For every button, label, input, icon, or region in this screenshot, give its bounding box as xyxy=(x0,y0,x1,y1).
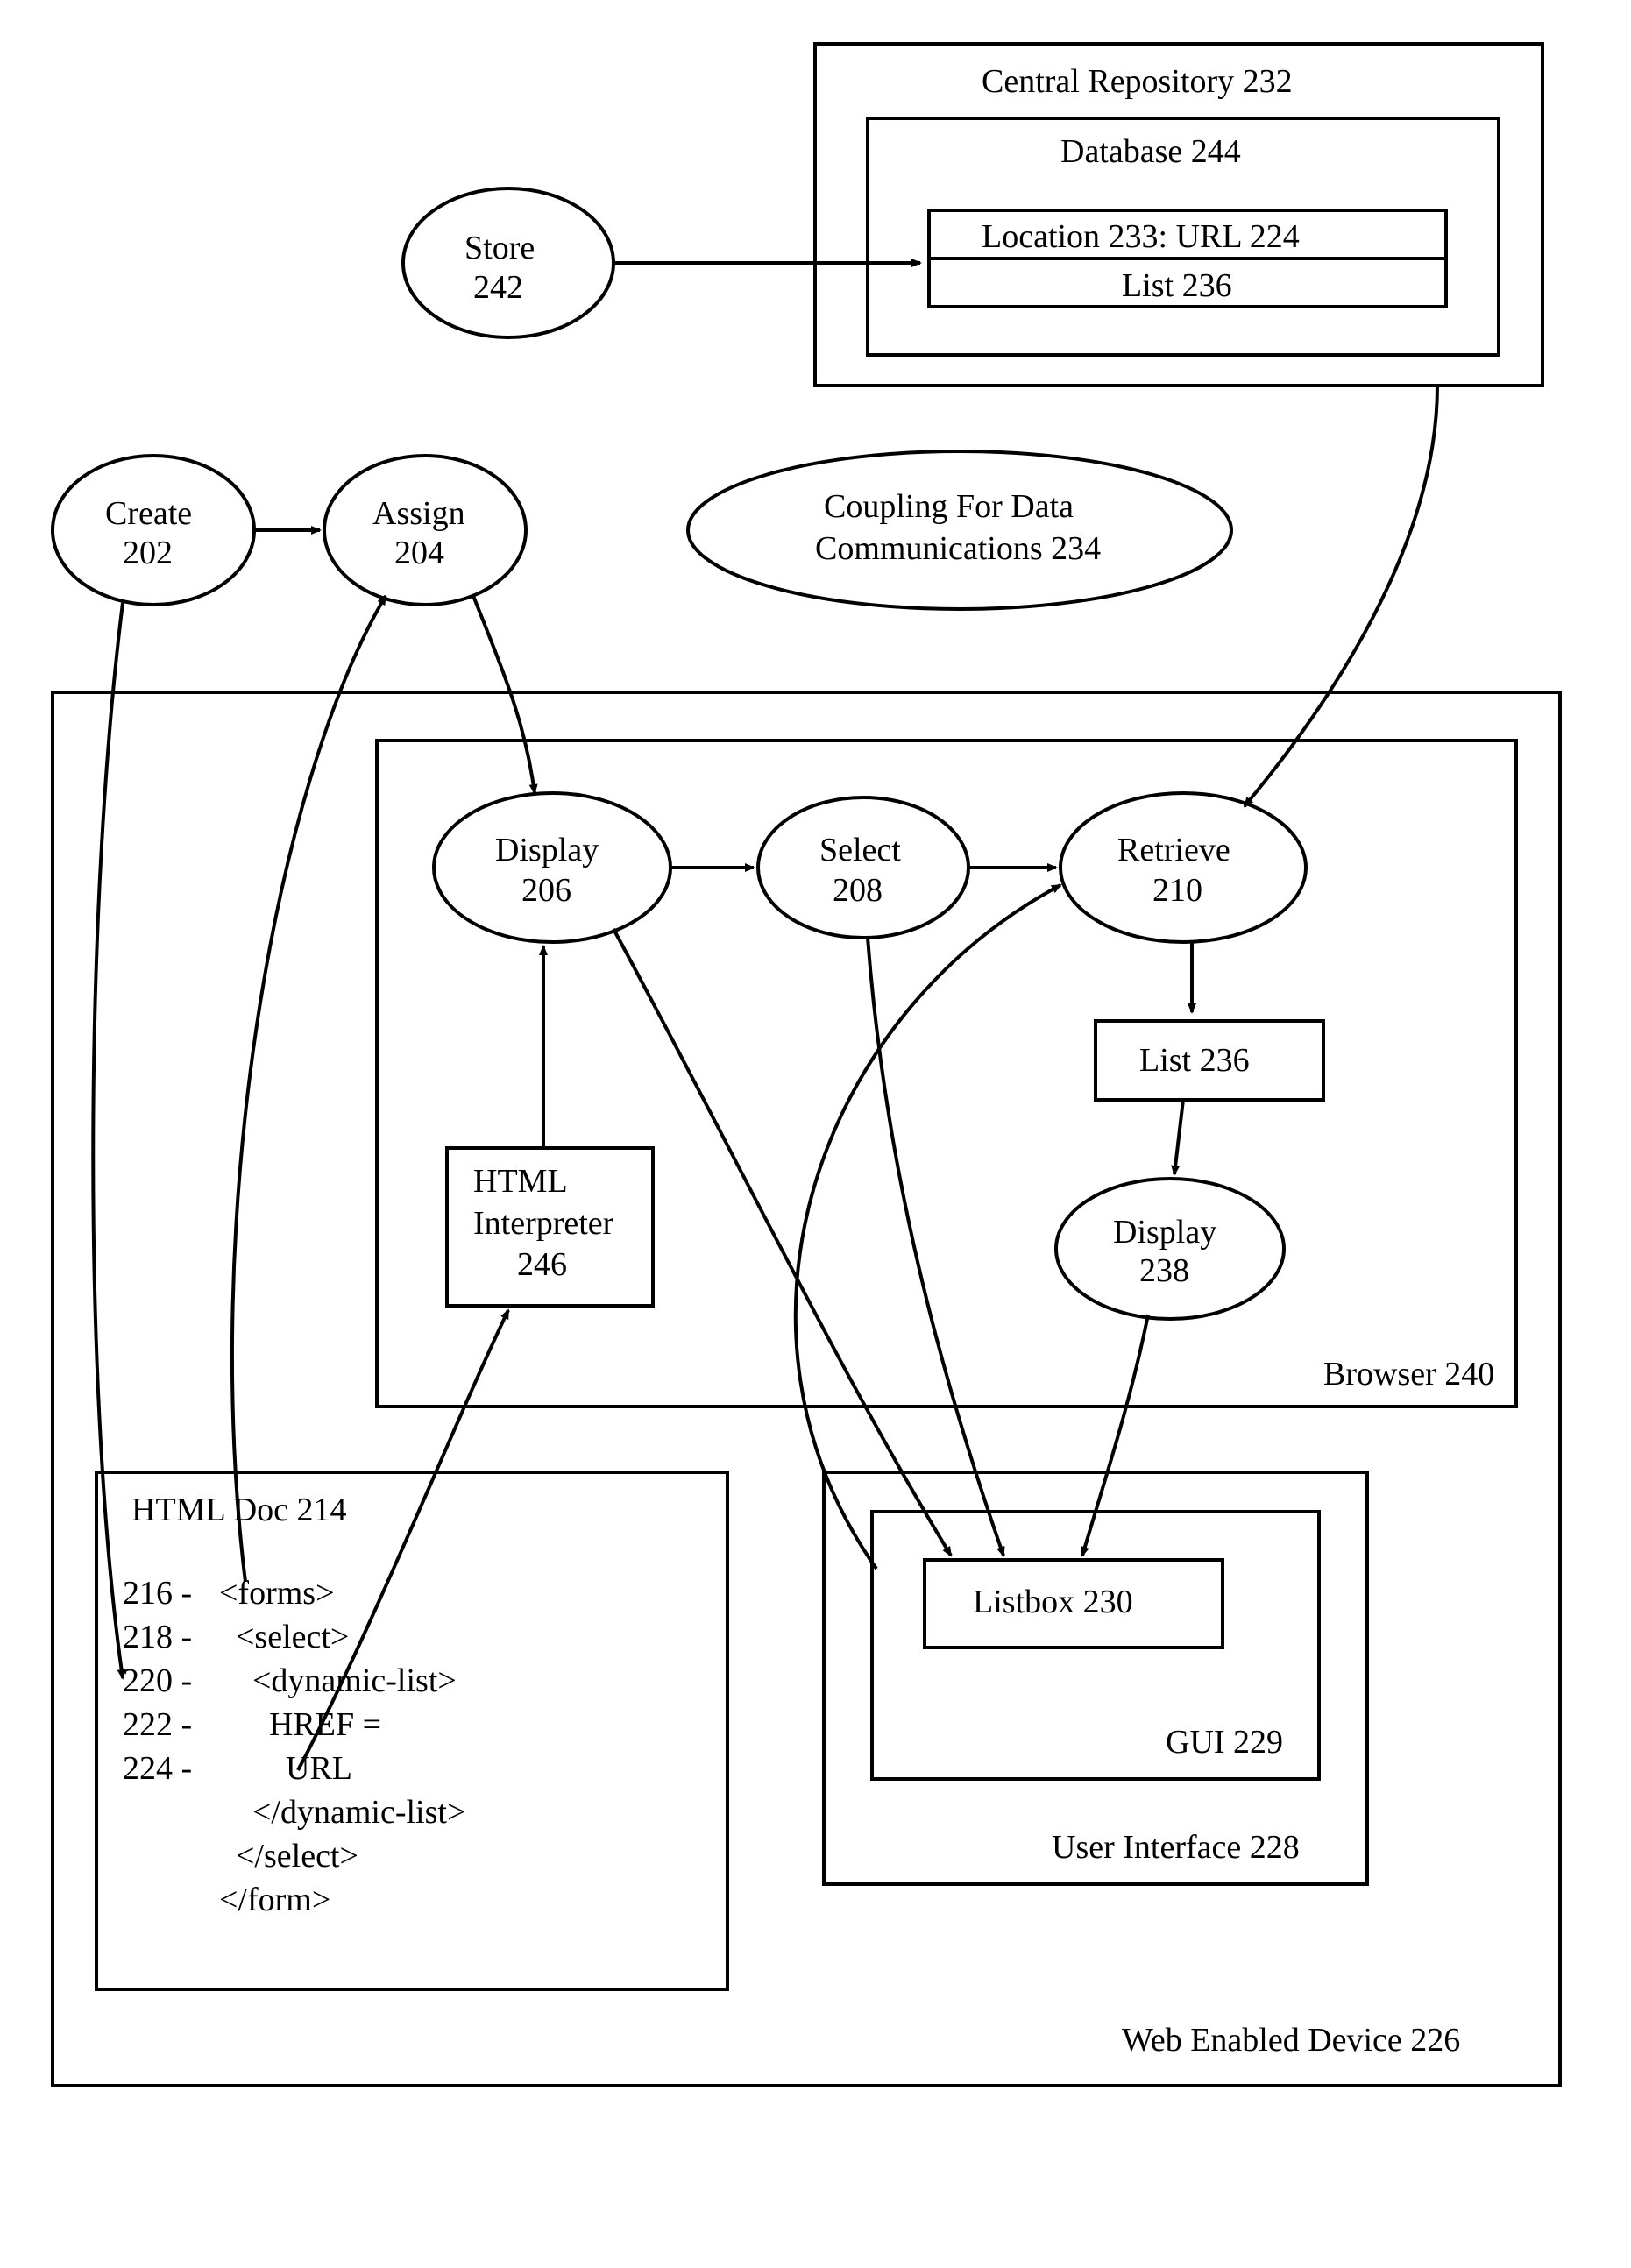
assign-l1: Assign xyxy=(372,495,465,532)
html-interpreter-box: HTML Interpreter 246 xyxy=(447,1148,653,1306)
central-repository-title: Central Repository 232 xyxy=(982,63,1293,100)
arrow-listbox-to-retrieve xyxy=(796,885,1060,1569)
listbox-box: Listbox 230 xyxy=(925,1560,1223,1648)
doc-n218: 218 - xyxy=(123,1619,192,1655)
list-236-label: List 236 xyxy=(1139,1042,1250,1079)
doc-n222: 222 - xyxy=(123,1706,192,1743)
arrow-repo-to-retrieve xyxy=(1245,386,1437,806)
doc-n216: 216 - xyxy=(123,1575,192,1612)
assign-oval: Assign 204 xyxy=(324,456,526,605)
central-repository-box: Central Repository 232 xyxy=(815,44,1542,386)
interp-l2: Interpreter xyxy=(473,1205,614,1242)
retrieve-210-l1: Retrieve xyxy=(1117,832,1230,868)
list-236-box: List 236 xyxy=(1096,1021,1323,1100)
interp-l1: HTML xyxy=(473,1163,568,1200)
retrieve-210-oval: Retrieve 210 xyxy=(1060,793,1306,942)
arrow-list-to-display238 xyxy=(1174,1100,1183,1174)
db-row-location: Location 233: URL 224 xyxy=(982,218,1300,255)
doc-n220: 220 - xyxy=(123,1662,192,1699)
doc-t6: </dynamic-list> xyxy=(219,1794,465,1831)
assign-l2: 204 xyxy=(394,535,444,571)
doc-t218: <select> xyxy=(219,1619,349,1655)
listbox-title: Listbox 230 xyxy=(973,1584,1133,1620)
doc-n224: 224 - xyxy=(123,1750,192,1787)
arrow-forms-to-assign xyxy=(232,596,386,1582)
display-206-oval: Display 206 xyxy=(434,793,670,942)
gui-title: GUI 229 xyxy=(1166,1724,1283,1761)
select-208-l2: 208 xyxy=(833,872,883,909)
create-l2: 202 xyxy=(123,535,173,571)
arrow-display206-to-listbox xyxy=(613,929,951,1556)
coupling-oval: Coupling For Data Communications 234 xyxy=(688,451,1231,609)
store-l2: 242 xyxy=(473,269,523,306)
select-208-oval: Select 208 xyxy=(758,797,968,938)
arrow-assign-to-display206 xyxy=(473,596,535,793)
display-238-l1: Display xyxy=(1113,1214,1216,1251)
browser-title: Browser 240 xyxy=(1323,1356,1494,1393)
interp-l3: 246 xyxy=(517,1246,567,1283)
user-interface-box: User Interface 228 xyxy=(824,1472,1367,1884)
create-oval: Create 202 xyxy=(53,456,254,605)
create-l1: Create xyxy=(105,495,192,532)
select-208-l1: Select xyxy=(819,832,901,868)
database-title: Database 244 xyxy=(1060,133,1241,170)
arrow-url-to-interpreter xyxy=(298,1310,508,1770)
display-238-oval: Display 238 xyxy=(1056,1179,1284,1319)
store-oval: Store 242 xyxy=(403,188,613,337)
display-238-l2: 238 xyxy=(1139,1252,1189,1289)
doc-t224: URL xyxy=(219,1750,352,1787)
html-doc-box: HTML Doc 214 216 - 218 - 220 - 222 - 224… xyxy=(96,1472,727,1989)
device-title: Web Enabled Device 226 xyxy=(1122,2022,1460,2059)
database-box: Database 244 Location 233: URL 224 List … xyxy=(868,118,1499,355)
doc-t8: </form> xyxy=(219,1882,330,1918)
display-206-l1: Display xyxy=(495,832,599,868)
doc-t216: <forms> xyxy=(219,1575,335,1612)
store-l1: Store xyxy=(464,230,535,266)
display-206-l2: 206 xyxy=(521,872,571,909)
coupling-l1: Coupling For Data xyxy=(824,488,1074,525)
doc-t7: </select> xyxy=(219,1838,358,1875)
arrow-select-to-listbox xyxy=(868,938,1003,1556)
doc-t222: HREF = xyxy=(219,1706,381,1743)
arrow-display238-to-listbox xyxy=(1082,1315,1148,1556)
ui-title: User Interface 228 xyxy=(1052,1829,1300,1866)
db-row-list: List 236 xyxy=(1122,267,1232,304)
coupling-l2: Communications 234 xyxy=(815,530,1101,567)
gui-box: GUI 229 xyxy=(872,1512,1319,1779)
retrieve-210-l2: 210 xyxy=(1152,872,1202,909)
